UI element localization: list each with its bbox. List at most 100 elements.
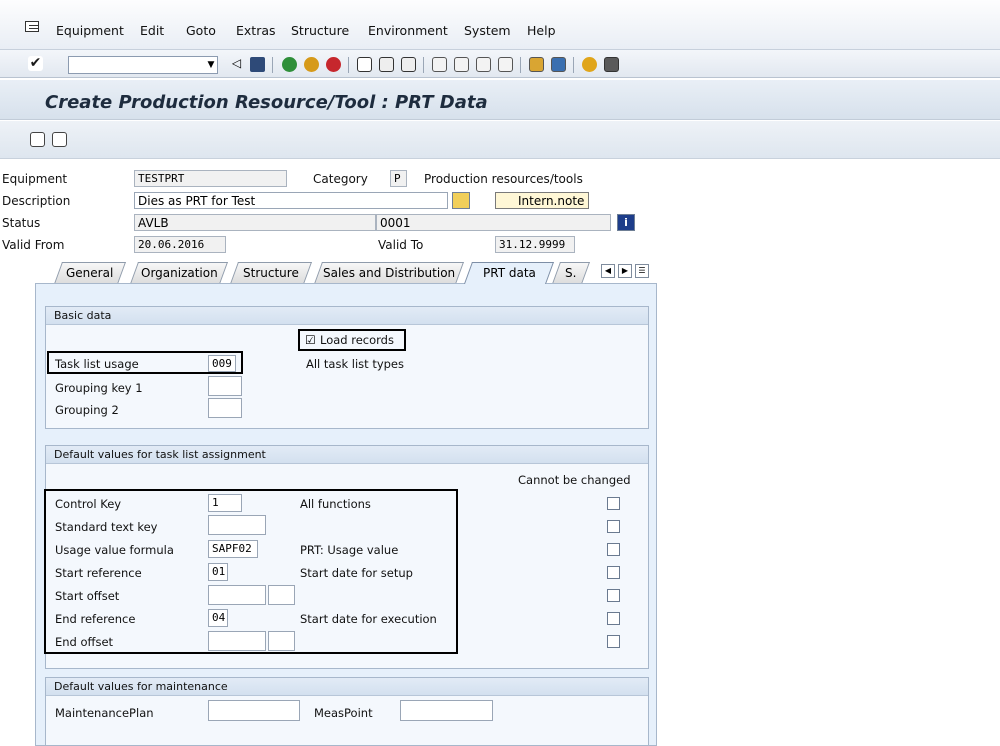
start-offset-label: Start offset [55,589,120,603]
list-icon[interactable] [30,132,45,147]
load-records-checkbox[interactable]: ☑ [305,334,318,347]
maintenance-plan-field[interactable] [208,700,300,721]
tab-prt-data[interactable]: PRT data [463,262,555,284]
menu-extras[interactable]: Extras [236,23,276,38]
standard-text-key-field[interactable] [208,515,266,535]
grouping2-field[interactable] [208,398,242,418]
find-next-icon[interactable] [401,57,416,72]
back-arrow-icon[interactable]: ◁ [229,56,244,71]
status-code-field: 0001 [376,214,611,231]
exit-icon[interactable] [304,57,319,72]
intern-note-button[interactable]: Intern.note [495,192,589,209]
end-reference-fixed-checkbox[interactable] [607,612,620,625]
grouping-key1-field[interactable] [208,376,242,396]
cancel-icon[interactable] [326,57,341,72]
category-text: Production resources/tools [424,172,583,186]
standard-text-key-fixed-checkbox[interactable] [607,520,620,533]
grouping-key1-label: Grouping key 1 [55,381,143,395]
load-records-label: Load records [320,333,394,347]
end-offset-label: End offset [55,635,114,649]
control-key-label: Control Key [55,497,122,511]
tab-scroll-right-icon[interactable]: ▶ [618,264,632,278]
cannot-be-changed-label: Cannot be changed [518,473,631,487]
end-offset-field[interactable] [208,631,266,651]
toolbar-divider [520,57,521,73]
start-offset-unit-field[interactable] [268,585,295,605]
tab-list-icon[interactable]: ☰ [635,264,649,278]
next-page-icon[interactable] [476,57,491,72]
control-key-fixed-checkbox[interactable] [607,497,620,510]
tab-sales-and-distribution[interactable]: Sales and Distribution [313,262,465,284]
task-list-usage-field[interactable]: 009 [208,355,236,372]
end-offset-fixed-checkbox[interactable] [607,635,620,648]
meas-point-field[interactable] [400,700,493,721]
tab-scroll-left-icon[interactable]: ◀ [601,264,615,278]
equipment-field: TESTPRT [134,170,287,187]
control-key-field[interactable]: 1 [208,494,242,512]
layout-menu-icon[interactable] [604,57,619,72]
help-icon[interactable] [582,57,597,72]
task-list-usage-text: All task list types [306,357,405,371]
menu-environment[interactable]: Environment [368,23,448,38]
shortcut-icon[interactable] [551,57,566,72]
maintenance-plan-label: MaintenancePlan [55,706,154,720]
valid-to-field: 31.12.9999 [495,236,575,253]
print-icon[interactable] [357,57,372,72]
grouping2-label: Grouping 2 [55,403,119,417]
menu-system[interactable]: System [464,23,511,38]
start-reference-field[interactable]: 01 [208,563,228,581]
maintenance-title: Default values for maintenance [46,678,648,696]
chevron-down-icon[interactable]: ▼ [204,57,218,73]
application-toolbar [0,121,1000,159]
menu-goto[interactable]: Goto [186,23,216,38]
system-menu-icon[interactable] [25,21,39,32]
task-list-usage-label: Task list usage [55,357,139,371]
first-page-icon[interactable] [432,57,447,72]
find-icon[interactable] [379,57,394,72]
usage-value-formula-fixed-checkbox[interactable] [607,543,620,556]
meas-point-label: MeasPoint [314,706,373,720]
save-icon[interactable] [250,57,265,72]
tab-general[interactable]: General [53,262,127,284]
previous-page-icon[interactable] [454,57,469,72]
end-reference-field[interactable]: 04 [208,609,228,627]
usage-value-formula-label: Usage value formula [55,543,174,557]
usage-value-formula-field[interactable]: SAPF02 [208,540,258,558]
page-title: Create Production Resource/Tool : PRT Da… [45,92,488,113]
back-icon[interactable] [282,57,297,72]
start-reference-fixed-checkbox[interactable] [607,566,620,579]
category-field: P [390,170,407,187]
start-offset-field[interactable] [208,585,266,605]
binoculars-icon[interactable] [52,132,67,147]
menu-help[interactable]: Help [527,23,556,38]
control-key-text: All functions [300,497,371,511]
tab-organization[interactable]: Organization [129,262,229,284]
menu-equipment[interactable]: Equipment [56,23,124,38]
toolbar-divider [423,57,424,73]
status-label: Status [2,216,41,230]
tab-s[interactable]: S. [551,262,591,284]
description-label: Description [2,194,71,208]
usage-value-formula-text: PRT: Usage value [300,543,399,557]
start-reference-text: Start date for setup [300,566,413,580]
start-offset-fixed-checkbox[interactable] [607,589,620,602]
end-reference-label: End reference [55,612,136,626]
valid-from-field: 20.06.2016 [134,236,226,253]
info-icon[interactable]: i [617,214,635,231]
valid-to-label: Valid To [378,238,424,252]
basic-data-title: Basic data [46,307,648,325]
toolbar-divider [573,57,574,73]
edit-icon[interactable] [452,192,470,209]
category-label: Category [313,172,368,186]
menu-structure[interactable]: Structure [291,23,349,38]
menu-edit[interactable]: Edit [140,23,164,38]
description-field[interactable]: Dies as PRT for Test [134,192,448,209]
new-session-icon[interactable] [529,57,544,72]
tab-structure[interactable]: Structure [229,262,313,284]
command-field[interactable] [68,56,218,74]
default-values-title: Default values for task list assignment [46,446,648,464]
equipment-label: Equipment [2,172,68,186]
end-offset-unit-field[interactable] [268,631,295,651]
last-page-icon[interactable] [498,57,513,72]
enter-icon[interactable]: ✔ [28,56,43,71]
